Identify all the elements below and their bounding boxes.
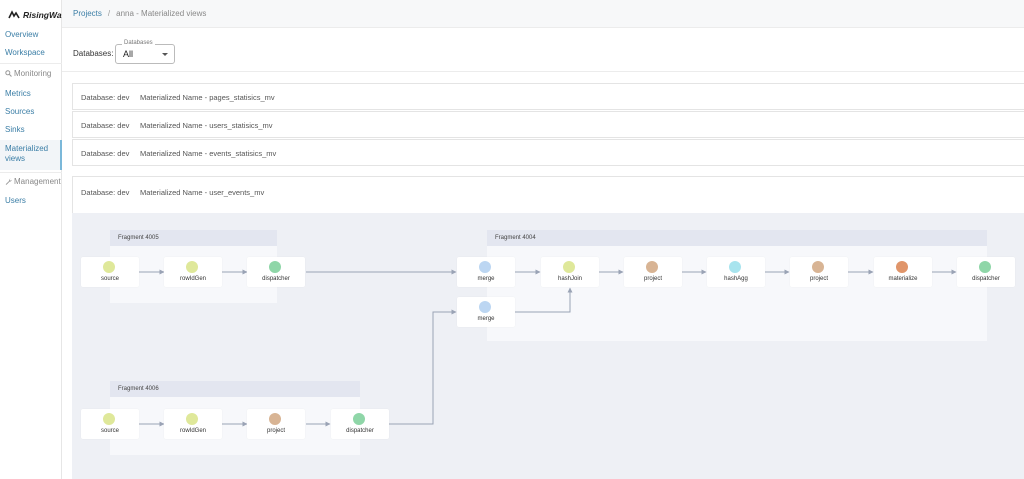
database-select-legend: Databases [122, 40, 155, 46]
fragment-title: Fragment 4006 [110, 381, 360, 397]
search-icon [5, 70, 12, 77]
node-status-dot [186, 413, 198, 425]
database-filter-label: Databases: [73, 49, 114, 58]
node-project[interactable]: project [247, 409, 305, 439]
fragment-title: Fragment 4005 [110, 230, 277, 246]
sidebar-section-monitoring-label: Monitoring [14, 69, 52, 78]
node-status-dot [479, 301, 491, 313]
mv-name: Materialized Name - user_events_mv [140, 188, 265, 197]
node-source[interactable]: source [81, 257, 139, 287]
node-source[interactable]: source [81, 409, 139, 439]
node-status-dot [896, 261, 908, 273]
breadcrumb-separator: / [107, 9, 111, 18]
mv-name: Materialized Name - events_statisics_mv [140, 149, 277, 158]
node-label: source [100, 428, 119, 434]
mv-database: Database: dev [81, 93, 130, 102]
node-status-dot [103, 413, 115, 425]
node-project[interactable]: project [790, 257, 848, 287]
node-label: source [100, 276, 119, 282]
node-status-dot [979, 261, 991, 273]
node-dispatcher[interactable]: dispatcher [957, 257, 1015, 287]
node-label: hashAgg [724, 276, 748, 282]
node-label: dispatcher [346, 428, 374, 434]
node-label: rowIdGen [179, 276, 206, 282]
sidebar-item-metrics[interactable]: Metrics [0, 89, 62, 99]
sidebar-item-sinks[interactable]: Sinks [0, 125, 62, 135]
breadcrumb-projects-link[interactable]: Projects [73, 9, 102, 18]
mv-list-item[interactable]: Database: dev Materialized Name - events… [72, 139, 1024, 166]
node-merge[interactable]: merge [457, 257, 515, 287]
database-select[interactable]: Databases All [115, 40, 175, 64]
sidebar-divider [0, 63, 62, 64]
node-status-dot [269, 413, 281, 425]
node-status-dot [563, 261, 575, 273]
node-status-dot [729, 261, 741, 273]
sidebar: RisingWave Overview Workspace Monitoring… [0, 0, 71, 479]
mv-list-item[interactable]: Database: dev Materialized Name - users_… [72, 111, 1024, 138]
mv-list-item[interactable]: Database: dev Materialized Name - pages_… [72, 83, 1024, 110]
node-dispatcher[interactable]: dispatcher [247, 257, 305, 287]
node-label: materialize [888, 276, 918, 282]
sidebar-item-materialized-views[interactable]: Materialized views [0, 140, 62, 170]
sidebar-section-monitoring: Monitoring [0, 69, 62, 78]
sidebar-item-overview[interactable]: Overview [0, 30, 62, 40]
sidebar-section-management-label: Management [14, 177, 61, 186]
mv-database: Database: dev [81, 149, 130, 158]
sidebar-divider [0, 172, 62, 173]
sidebar-item-sources[interactable]: Sources [0, 107, 62, 117]
breadcrumb: Projects / anna - Materialized views [62, 0, 1024, 28]
wrench-icon [5, 178, 12, 185]
app-root: RisingWave Overview Workspace Monitoring… [0, 0, 1024, 479]
node-label: project [809, 276, 828, 282]
node-status-dot [812, 261, 824, 273]
sidebar-item-users[interactable]: Users [0, 196, 62, 206]
mv-name: Materialized Name - users_statisics_mv [140, 121, 273, 130]
node-hashjoin[interactable]: hashJoin [541, 257, 599, 287]
fragment-title: Fragment 4004 [487, 230, 987, 246]
node-status-dot [186, 261, 198, 273]
node-dispatcher[interactable]: dispatcher [331, 409, 389, 439]
node-materialize[interactable]: materialize [874, 257, 932, 287]
node-label: merge [477, 316, 495, 322]
database-select-value: All [123, 49, 134, 59]
node-status-dot [103, 261, 115, 273]
node-label: merge [477, 276, 495, 282]
node-label: rowIdGen [179, 428, 206, 434]
node-rowidgen[interactable]: rowIdGen [164, 257, 222, 287]
node-status-dot [479, 261, 491, 273]
node-label: hashJoin [557, 276, 583, 282]
node-merge[interactable]: merge [457, 297, 515, 327]
sidebar-item-workspace[interactable]: Workspace [0, 48, 62, 58]
sidebar-section-management: Management [0, 177, 62, 186]
node-hashagg[interactable]: hashAgg [707, 257, 765, 287]
caret-down-icon [162, 53, 168, 56]
mv-name: Materialized Name - pages_statisics_mv [140, 93, 275, 102]
risingwave-logo-icon [8, 10, 20, 19]
node-status-dot [646, 261, 658, 273]
node-project[interactable]: project [624, 257, 682, 287]
node-label: dispatcher [262, 276, 290, 282]
database-filter-bar: Databases: Databases All [62, 28, 1024, 72]
mv-database: Database: dev [81, 121, 130, 130]
node-label: project [266, 428, 285, 434]
node-rowidgen[interactable]: rowIdGen [164, 409, 222, 439]
node-status-dot [269, 261, 281, 273]
node-status-dot [353, 413, 365, 425]
node-label: dispatcher [972, 276, 1000, 282]
fragment-4006: Fragment 4006 [110, 381, 360, 455]
node-label: project [643, 276, 662, 282]
mv-list-item-expanded[interactable]: Database: dev Materialized Name - user_e… [72, 176, 1024, 214]
mv-database: Database: dev [81, 188, 130, 197]
breadcrumb-current: anna - Materialized views [116, 9, 207, 18]
